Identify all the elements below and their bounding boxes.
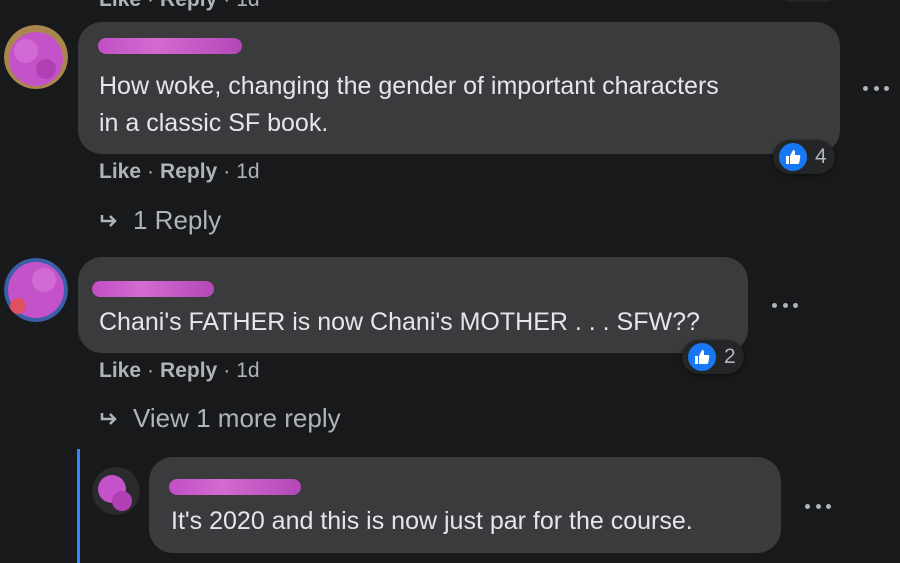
reply-arrow-icon [99, 205, 119, 236]
reaction-count: 4 [815, 145, 827, 168]
avatar[interactable] [92, 467, 140, 515]
view-replies-label: View 1 more reply [133, 403, 341, 433]
avatar[interactable] [4, 258, 68, 322]
comment-actions: Like · Reply · 1d [99, 160, 260, 183]
redacted-author-name[interactable] [169, 479, 301, 495]
view-replies-link[interactable]: 1 Reply [99, 205, 221, 236]
comment-bubble: Chani's FATHER is now Chani's MOTHER . .… [78, 257, 748, 353]
view-more-replies-link[interactable]: View 1 more reply [99, 403, 341, 434]
thread-indicator-line [77, 449, 80, 563]
reaction-count-pill[interactable]: 2 [682, 340, 744, 374]
view-replies-label: 1 Reply [133, 205, 222, 235]
redacted-author-name[interactable] [92, 281, 214, 297]
redacted-author-name[interactable] [98, 38, 242, 54]
reaction-count-pill[interactable]: 4 [773, 140, 835, 174]
timestamp[interactable]: 1d [236, 359, 259, 382]
reply-link[interactable]: Reply [160, 0, 217, 11]
previous-comment-actions: Like·Reply·1d [99, 0, 260, 12]
reply-link[interactable]: Reply [160, 359, 217, 382]
like-link[interactable]: Like [99, 0, 141, 11]
thumbs-up-icon [777, 141, 809, 173]
more-options-icon[interactable] [772, 300, 798, 310]
comment-text: How woke, changing the gender of importa… [99, 72, 719, 137]
comment-bubble: How woke, changing the gender of importa… [78, 22, 840, 154]
like-link[interactable]: Like [99, 359, 141, 382]
reaction-count: 2 [724, 345, 736, 368]
thumbs-up-icon [686, 341, 718, 373]
reply-link[interactable]: Reply [160, 160, 217, 183]
timestamp[interactable]: 1d [236, 0, 259, 11]
more-options-icon[interactable] [863, 83, 889, 93]
avatar[interactable] [4, 25, 68, 89]
comment-actions: Like · Reply · 1d [99, 359, 260, 382]
previous-reaction-pill[interactable] [780, 0, 836, 2]
comment-text: Chani's FATHER is now Chani's MOTHER . .… [99, 308, 700, 336]
more-options-icon[interactable] [805, 501, 831, 511]
reply-text: It's 2020 and this is now just par for t… [171, 507, 693, 535]
reply-bubble: It's 2020 and this is now just par for t… [149, 457, 781, 553]
reply-arrow-icon [99, 403, 119, 434]
timestamp[interactable]: 1d [236, 160, 259, 183]
like-link[interactable]: Like [99, 160, 141, 183]
